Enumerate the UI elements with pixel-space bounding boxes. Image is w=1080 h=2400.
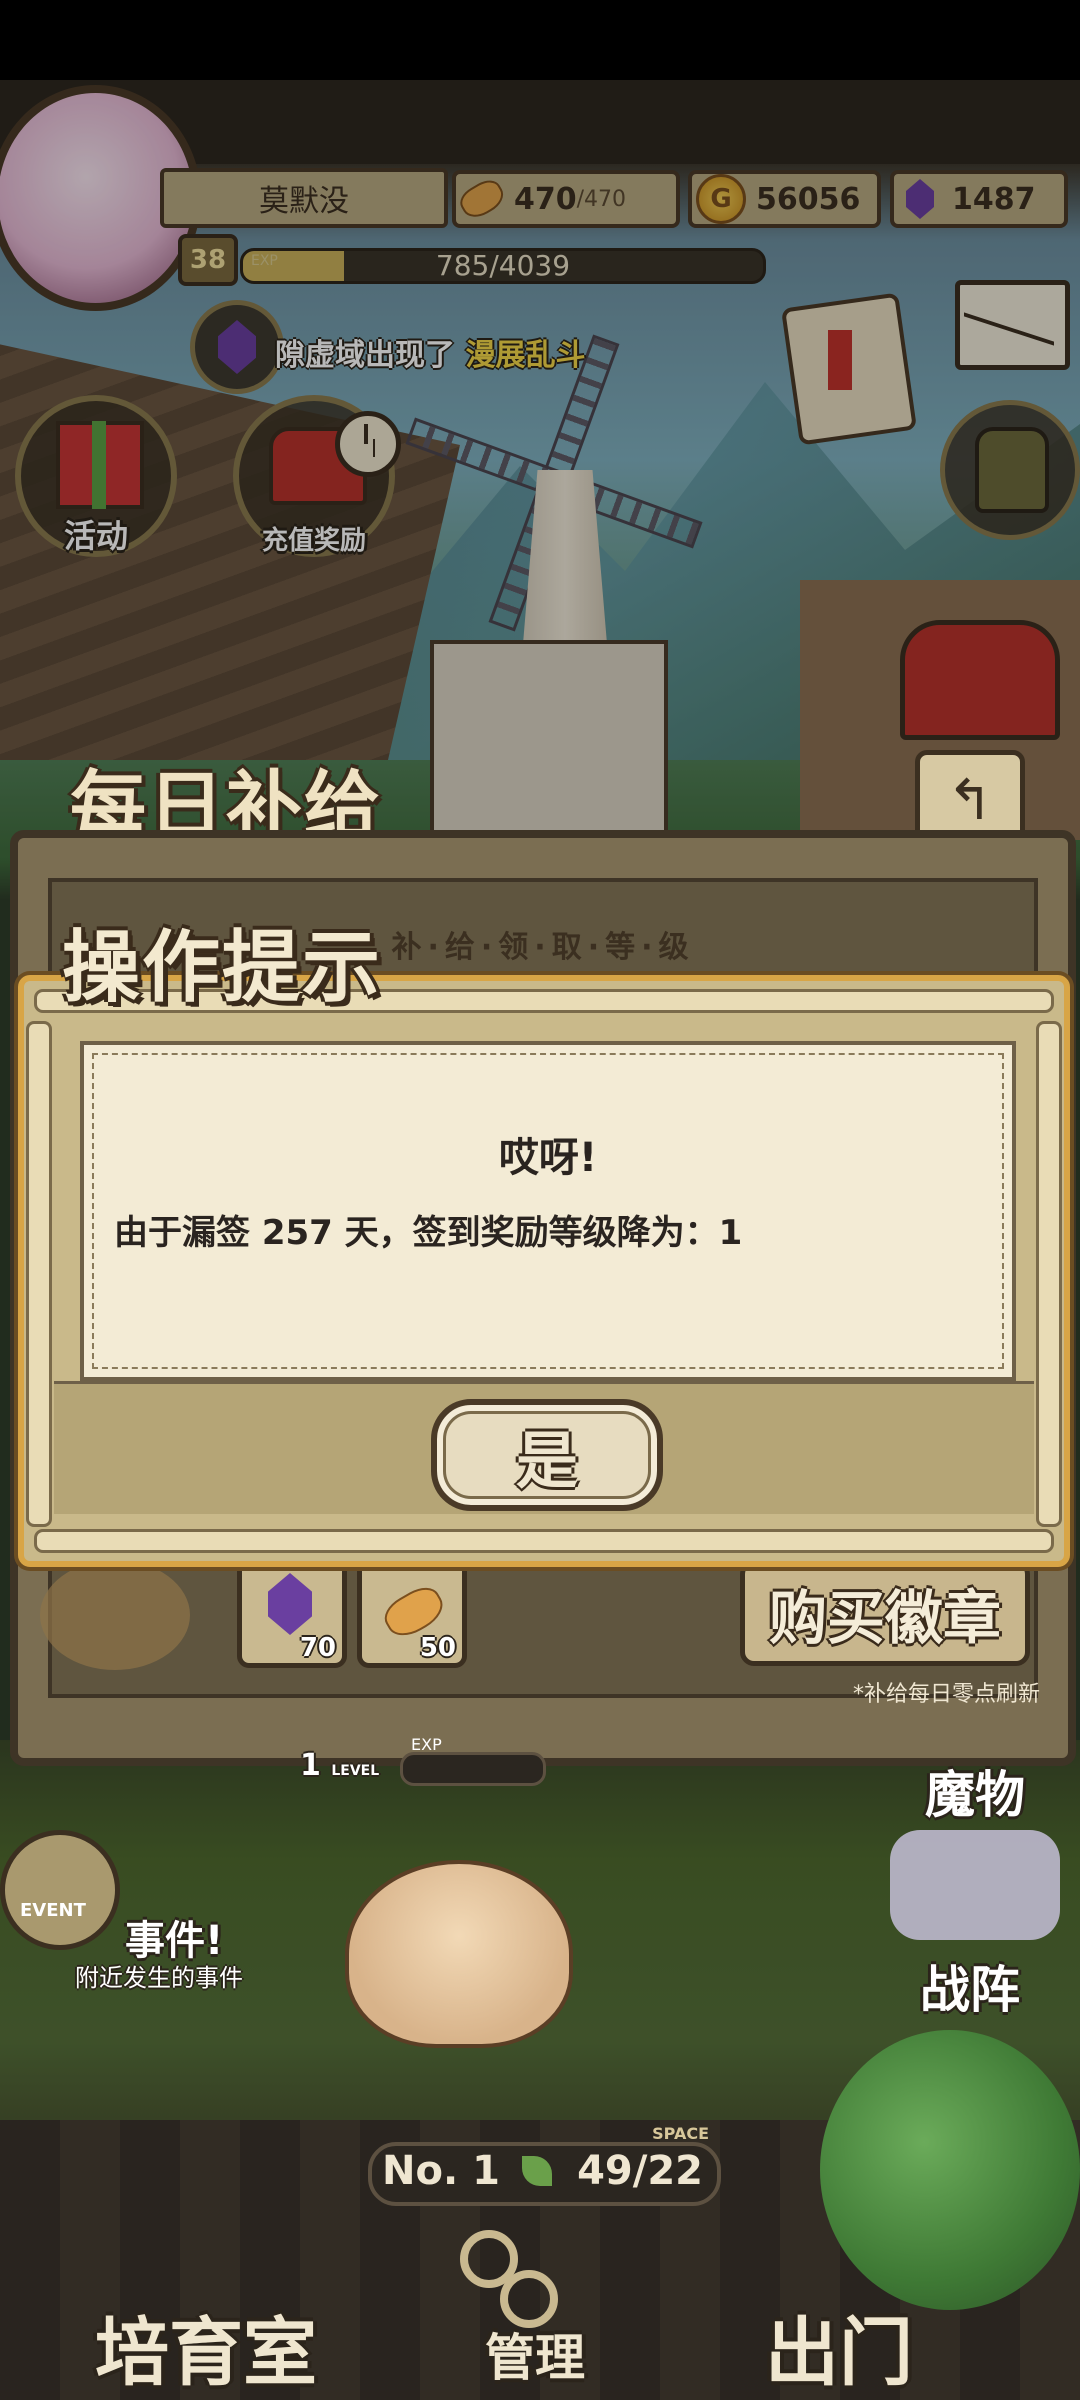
supply-item-gem[interactable]: 70 — [237, 1558, 347, 1668]
back-arrow-icon: ↰ — [946, 767, 994, 833]
space-counter: No. 1 SPACE 49/22 — [368, 2124, 721, 2206]
monster-exp-bar: EXP — [400, 1735, 546, 1786]
dialog-message-area: 哎呀! 由于漏签 257 天，签到奖励等级降为：1 — [80, 1041, 1016, 1381]
space-value: 49/22 — [577, 2148, 703, 2194]
event-subtitle: 附近发生的事件 — [75, 1964, 243, 1992]
exit-button[interactable]: 出门 — [765, 2293, 913, 2400]
keys-icon — [460, 2230, 580, 2330]
supply-item-bread[interactable]: 50 — [357, 1558, 467, 1668]
dialog-heading: 哎呀! — [498, 1135, 598, 1181]
exp-tag: EXP — [411, 1735, 442, 1754]
dialog-bottom-rail — [34, 1529, 1054, 1553]
formation-button[interactable]: 战阵 — [920, 1950, 1020, 2022]
monster-button[interactable]: 魔物 — [925, 1755, 1025, 1827]
mushroom-monster[interactable] — [345, 1860, 573, 2048]
dialog-message: 由于漏签 257 天，签到奖励等级降为：1 — [114, 1213, 743, 1253]
event-tag: EVENT — [20, 1900, 86, 1921]
gem-icon — [268, 1573, 312, 1635]
space-tag: SPACE — [652, 2124, 709, 2143]
nursery-button[interactable]: 培育室 — [95, 2293, 317, 2400]
buy-badge-button[interactable]: 购买徽章 — [740, 1560, 1030, 1666]
confirm-button[interactable]: 是 — [431, 1399, 663, 1511]
dialog-right-post — [1036, 1021, 1062, 1527]
item-count: 70 — [299, 1633, 336, 1663]
monster-level: 1 LEVEL — [300, 1748, 380, 1783]
item-count: 50 — [419, 1633, 456, 1663]
dialog-title: 操作提示 — [62, 923, 383, 1013]
leaf-icon — [522, 2156, 552, 2186]
rank-number: No. 1 — [382, 2148, 500, 2194]
tree-decoration — [820, 2030, 1080, 2310]
supply-deco — [40, 1560, 190, 1670]
manage-button[interactable]: 管理 — [485, 2318, 585, 2390]
dialog-left-post — [26, 1021, 52, 1527]
event-button[interactable]: EVENT 事件! 附近发生的事件 — [0, 1830, 270, 1992]
formation-icon — [890, 1830, 1060, 1940]
game-screen: 莫默没 38 EXP 785/4039 470/470 G 56056 1487… — [0, 0, 1080, 2400]
event-badge-icon — [0, 1830, 120, 1950]
refresh-note: *补给每日零点刷新 — [852, 1682, 1040, 1707]
operation-tip-dialog: 哎呀! 由于漏签 257 天，签到奖励等级降为：1 是 — [18, 975, 1070, 1567]
